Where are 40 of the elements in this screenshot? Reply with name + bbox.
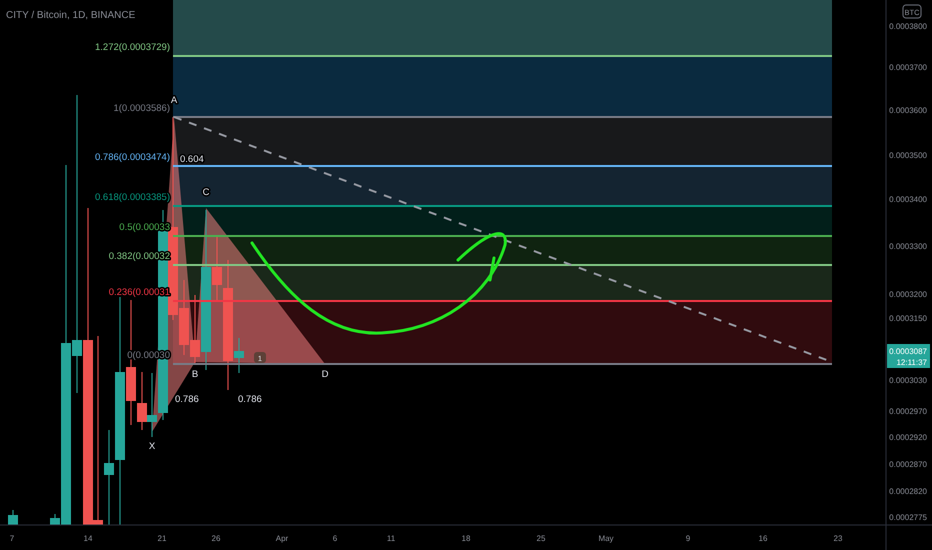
time-axis-label: Apr	[276, 534, 288, 543]
price-axis-label: 0.0002970	[889, 407, 927, 416]
time-axis-label: 7	[10, 534, 14, 543]
pattern-point-label: D	[322, 369, 328, 380]
pattern-point-label: C	[202, 187, 210, 198]
ratio-label: 0.604	[180, 154, 204, 165]
last-price-badge: 0.0003087 12:11:37	[887, 344, 930, 368]
pattern-point-label: B	[192, 369, 198, 380]
time-axis-label: 11	[386, 534, 396, 543]
price-axis-label: 0.0003030	[889, 376, 927, 385]
ratio-label: 0.786	[238, 394, 262, 405]
pattern-point-label: X	[148, 441, 156, 452]
chart-title: CITY / Bitcoin, 1D, BINANCE	[6, 10, 136, 21]
time-axis-label: 14	[84, 534, 92, 543]
time-axis-label: 6	[332, 534, 338, 543]
price-axis-label: 0.0003800	[889, 22, 927, 31]
time-axis-label: 16	[758, 534, 768, 543]
price-axis-label: 0.0002820	[889, 487, 927, 496]
price-axis-label: 0.0003150	[889, 314, 927, 323]
fib-level-label: 1.272(0.0003729)	[94, 42, 170, 53]
price-axis-label: 0.0003200	[889, 290, 927, 299]
time-axis-label: 18	[462, 534, 470, 543]
ratio-label: 0.786	[175, 394, 199, 405]
price-axis-label: 0.0003400	[889, 195, 927, 204]
time-axis-label: 9	[686, 534, 690, 543]
price-axis-label: 0.0002920	[889, 433, 927, 442]
time-axis-label: 21	[158, 534, 166, 543]
time-axis-label: 23	[834, 534, 842, 543]
pattern-point-label: A	[170, 95, 178, 106]
fib-level-label: 0.786(0.0003474)	[94, 152, 170, 163]
time-axis-label: 25	[536, 534, 546, 543]
price-axis-label: 0.0003500	[889, 151, 927, 160]
time-axis-label: May	[598, 534, 614, 543]
fib-level-label: 1(0.0003586)	[113, 103, 170, 114]
price-axis-label: 0.0002775	[889, 513, 927, 522]
price-axis-label: 0.0003700	[889, 63, 927, 72]
price-axis-label: 0.0002870	[889, 460, 927, 469]
time-axis-label: 26	[212, 534, 220, 543]
price-axis-label: 0.0003600	[889, 106, 927, 115]
price-axis-label: 0.0003300	[889, 242, 927, 251]
